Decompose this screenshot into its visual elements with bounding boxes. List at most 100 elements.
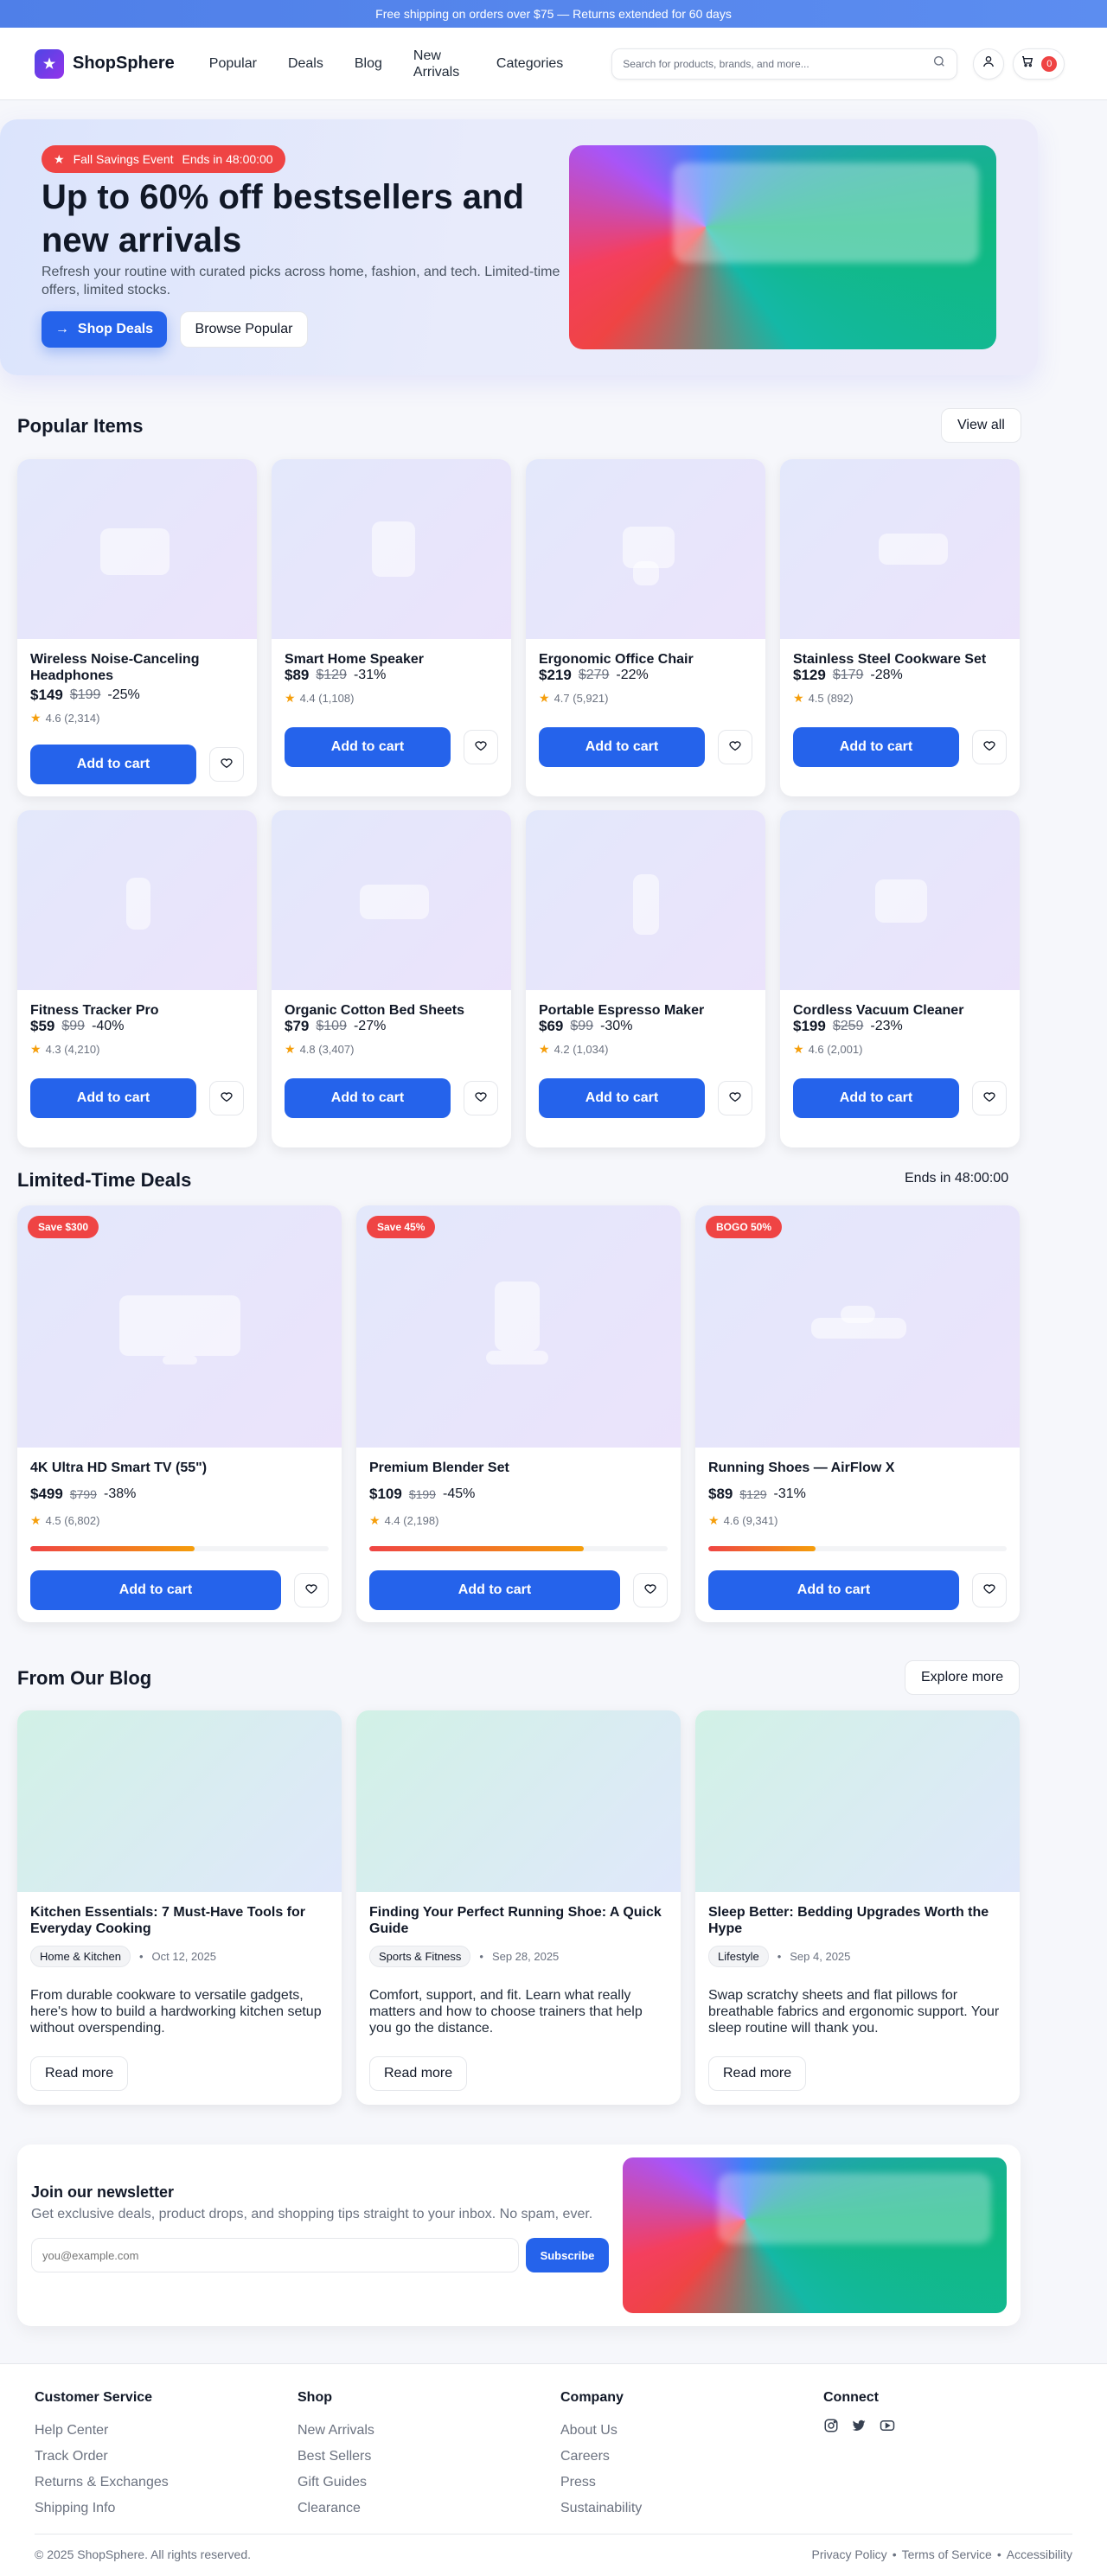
subscribe-button[interactable]: Subscribe	[526, 2238, 609, 2272]
footer-link[interactable]: Best Sellers	[298, 2444, 374, 2470]
deal-name[interactable]: Running Shoes — AirFlow X	[708, 1460, 894, 1476]
nav-deals[interactable]: Deals	[288, 55, 323, 72]
blog-category[interactable]: Lifestyle	[708, 1946, 769, 1967]
wishlist-button[interactable]	[972, 1081, 1007, 1115]
add-to-cart-button[interactable]: Add to cart	[708, 1570, 959, 1610]
footer-link[interactable]: Returns & Exchanges	[35, 2470, 169, 2496]
add-to-cart-button[interactable]: Add to cart	[285, 1078, 451, 1118]
read-more-button[interactable]: Read more	[30, 2056, 129, 2091]
product-name[interactable]: Stainless Steel Cookware Set	[793, 651, 1001, 668]
product-name[interactable]: Organic Cotton Bed Sheets	[285, 1002, 492, 1019]
youtube-icon[interactable]	[879, 2418, 896, 2438]
footer-link[interactable]: Gift Guides	[298, 2470, 374, 2496]
blog-card[interactable]: Finding Your Perfect Running Shoe: A Qui…	[356, 1710, 681, 2105]
footer-link[interactable]: Clearance	[298, 2496, 374, 2522]
nav-new-arrivals[interactable]: New Arrivals	[413, 48, 465, 80]
nav-blog[interactable]: Blog	[355, 55, 382, 72]
original-price: $109	[316, 1019, 347, 1033]
product-card[interactable]: Wireless Noise-Canceling Headphones $149 $…	[17, 459, 257, 796]
instagram-icon[interactable]	[823, 2418, 839, 2438]
wishlist-button[interactable]	[294, 1573, 329, 1608]
add-to-cart-button[interactable]: Add to cart	[285, 727, 451, 767]
add-to-cart-button[interactable]: Add to cart	[793, 727, 959, 767]
footer-col-title: Connect	[823, 2390, 879, 2405]
twitter-icon[interactable]	[851, 2418, 867, 2438]
product-name[interactable]: Wireless Noise-Canceling Headphones	[30, 651, 238, 684]
footer-link[interactable]: About Us	[560, 2418, 642, 2444]
deal-card[interactable]: Save 45% Premium Blender Set $109 $199 -45% ★…	[356, 1205, 681, 1622]
footer-link[interactable]: Sustainability	[560, 2496, 642, 2522]
wishlist-button[interactable]	[633, 1573, 668, 1608]
footer-link[interactable]: Help Center	[35, 2418, 169, 2444]
browse-popular-button[interactable]: Browse Popular	[180, 311, 308, 348]
footer-link[interactable]: Careers	[560, 2444, 642, 2470]
blog-category[interactable]: Sports & Fitness	[369, 1946, 471, 1967]
nav-popular[interactable]: Popular	[209, 55, 257, 72]
account-button[interactable]	[973, 48, 1005, 80]
add-to-cart-button[interactable]: Add to cart	[30, 1570, 281, 1610]
brand-logo[interactable]: ★ ShopSphere	[35, 48, 175, 79]
blog-title[interactable]: Sleep Better: Bedding Upgrades Worth the…	[708, 1904, 1007, 1937]
add-to-cart-button[interactable]: Add to cart	[793, 1078, 959, 1118]
wishlist-button[interactable]	[464, 730, 498, 764]
deal-card[interactable]: Save $300 4K Ultra HD Smart TV (55") $499 $…	[17, 1205, 342, 1622]
footer-link[interactable]: Shipping Info	[35, 2496, 169, 2522]
blog-title[interactable]: Finding Your Perfect Running Shoe: A Qui…	[369, 1904, 668, 1937]
add-to-cart-button[interactable]: Add to cart	[539, 727, 705, 767]
product-image	[17, 459, 257, 639]
wishlist-button[interactable]	[718, 1081, 752, 1115]
newsletter-email-input[interactable]	[31, 2238, 519, 2272]
product-name[interactable]: Cordless Vacuum Cleaner	[793, 1002, 1001, 1019]
deal-name[interactable]: Premium Blender Set	[369, 1460, 509, 1476]
blog-card[interactable]: Kitchen Essentials: 7 Must-Have Tools fo…	[17, 1710, 342, 2105]
view-all-button[interactable]: View all	[941, 408, 1021, 443]
product-price: $59	[30, 1018, 55, 1034]
accessibility-link[interactable]: Accessibility	[1007, 2547, 1072, 2561]
product-card[interactable]: Organic Cotton Bed Sheets $79 $109 -27% ★ 4.8…	[272, 810, 511, 1147]
product-image	[780, 810, 1020, 990]
product-name[interactable]: Smart Home Speaker	[285, 651, 492, 668]
terms-link[interactable]: Terms of Service	[902, 2547, 992, 2561]
product-card[interactable]: Ergonomic Office Chair $219 $279 -22% ★ 4.7 (…	[526, 459, 765, 796]
deal-image	[695, 1205, 1020, 1448]
deal-name[interactable]: 4K Ultra HD Smart TV (55")	[30, 1460, 207, 1476]
blog-card[interactable]: Sleep Better: Bedding Upgrades Worth the…	[695, 1710, 1020, 2105]
add-to-cart-button[interactable]: Add to cart	[30, 1078, 196, 1118]
footer-link[interactable]: Press	[560, 2470, 642, 2496]
product-card[interactable]: Cordless Vacuum Cleaner $199 $259 -23% ★ 4.6 …	[780, 810, 1020, 1147]
add-to-cart-button[interactable]: Add to cart	[30, 745, 196, 784]
wishlist-button[interactable]	[718, 730, 752, 764]
add-to-cart-button[interactable]: Add to cart	[369, 1570, 620, 1610]
product-card[interactable]: Portable Espresso Maker $69 $99 -30% ★ 4.2 (1…	[526, 810, 765, 1147]
read-more-button[interactable]: Read more	[369, 2056, 468, 2091]
shop-deals-button[interactable]: → Shop Deals	[42, 311, 167, 348]
product-price: $129	[793, 667, 826, 683]
privacy-link[interactable]: Privacy Policy	[812, 2547, 887, 2561]
price-row: $499 $799 -38%	[30, 1486, 136, 1503]
wishlist-button[interactable]	[972, 1573, 1007, 1608]
product-name[interactable]: Fitness Tracker Pro	[30, 1002, 238, 1019]
search-input[interactable]	[623, 57, 933, 70]
deal-card[interactable]: BOGO 50% Running Shoes — AirFlow X $89 $129…	[695, 1205, 1020, 1622]
rating-text: 4.4 (1,108)	[299, 692, 355, 705]
wishlist-button[interactable]	[209, 747, 244, 782]
add-to-cart-button[interactable]: Add to cart	[539, 1078, 705, 1118]
footer-link[interactable]: Track Order	[35, 2444, 169, 2470]
wishlist-button[interactable]	[464, 1081, 498, 1115]
product-card[interactable]: Fitness Tracker Pro $59 $99 -40% ★ 4.3 (4,210…	[17, 810, 257, 1147]
cart-button[interactable]: 0	[1013, 48, 1065, 80]
product-card[interactable]: Stainless Steel Cookware Set $129 $179 -28%…	[780, 459, 1020, 796]
footer-link[interactable]: New Arrivals	[298, 2418, 374, 2444]
product-name[interactable]: Portable Espresso Maker	[539, 1002, 746, 1019]
search-icon[interactable]	[932, 54, 946, 73]
product-card[interactable]: Smart Home Speaker $89 $129 -31% ★ 4.4 (1,108…	[272, 459, 511, 796]
rating-text: 4.5 (6,802)	[45, 1514, 100, 1527]
wishlist-button[interactable]	[972, 730, 1007, 764]
explore-more-button[interactable]: Explore more	[905, 1660, 1021, 1695]
product-name[interactable]: Ergonomic Office Chair	[539, 651, 746, 668]
wishlist-button[interactable]	[209, 1081, 244, 1115]
read-more-button[interactable]: Read more	[708, 2056, 807, 2091]
blog-category[interactable]: Home & Kitchen	[30, 1946, 131, 1967]
blog-title[interactable]: Kitchen Essentials: 7 Must-Have Tools fo…	[30, 1904, 329, 1937]
nav-categories[interactable]: Categories	[496, 55, 563, 72]
